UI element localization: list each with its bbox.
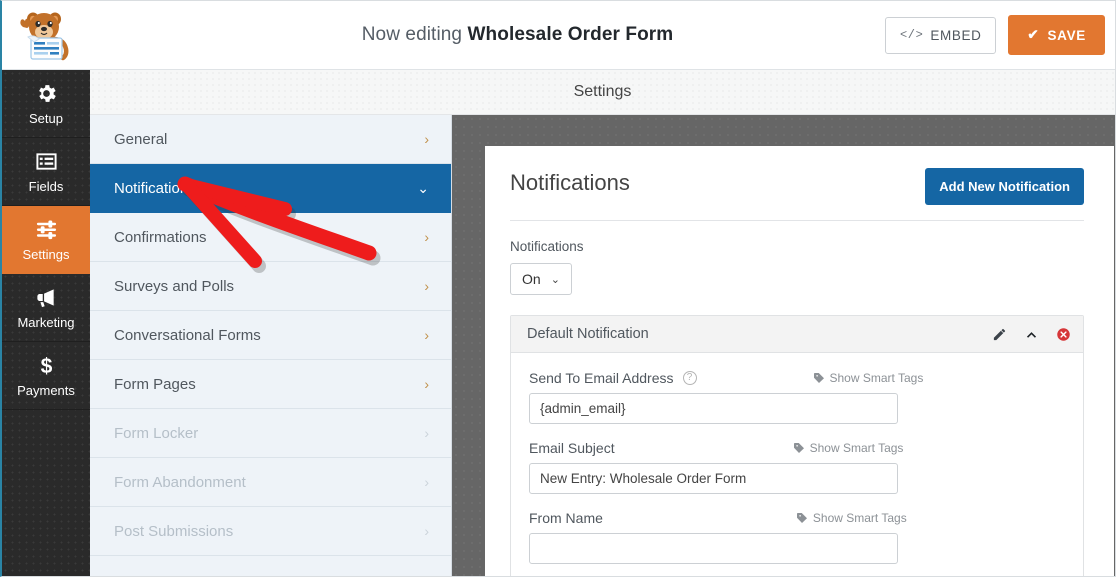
- sidebar-item-payments[interactable]: $ Payments: [2, 342, 90, 410]
- send-to-email-input[interactable]: [529, 393, 898, 424]
- smart-tags-label: Show Smart Tags: [809, 441, 904, 455]
- field-send-to-email-address: Send To Email Address ? Show Smart Tags: [529, 370, 1065, 424]
- nav-item-post-submissions[interactable]: Post Submissions ›: [90, 507, 451, 556]
- nav-item-label: Conversational Forms: [114, 326, 261, 344]
- nav-item-label: Form Locker: [114, 424, 199, 442]
- tag-icon: [813, 373, 824, 383]
- show-smart-tags-link[interactable]: Show Smart Tags: [813, 371, 924, 385]
- save-button-label: SAVE: [1047, 27, 1086, 43]
- chevron-right-icon: ›: [424, 131, 429, 147]
- dollar-icon: $: [35, 354, 58, 378]
- sidebar-item-label: Marketing: [17, 314, 75, 330]
- svg-text:$: $: [40, 355, 52, 377]
- sidebar-item-label: Setup: [29, 110, 63, 126]
- header-actions: </> EMBED ✔ SAVE: [885, 15, 1115, 55]
- nav-item-general[interactable]: General ›: [90, 115, 451, 164]
- sliders-icon: [35, 218, 58, 242]
- settings-nav-list: General › Notifications ⌄ Confirmations …: [90, 115, 452, 576]
- field-from-name: From Name Show Smart Tags: [529, 510, 1065, 564]
- notification-block-header: Default Notification: [511, 316, 1083, 353]
- bear-mascot-icon: [14, 7, 78, 63]
- code-icon: </>: [900, 28, 924, 42]
- page-title: Now editing Wholesale Order Form: [90, 24, 885, 46]
- email-subject-input[interactable]: [529, 463, 898, 494]
- chevron-right-icon: ›: [424, 474, 429, 490]
- save-button[interactable]: ✔ SAVE: [1008, 15, 1105, 55]
- embed-button[interactable]: </> EMBED: [885, 16, 997, 54]
- app-header: Now editing Wholesale Order Form </> EMB…: [2, 1, 1115, 70]
- notification-block: Default Notification Send To Email Addre…: [510, 315, 1084, 576]
- smart-tags-label: Show Smart Tags: [812, 511, 907, 525]
- field-email-subject: Email Subject Show Smart Tags: [529, 440, 1065, 494]
- nav-item-form-abandonment[interactable]: Form Abandonment ›: [90, 458, 451, 507]
- show-smart-tags-link[interactable]: Show Smart Tags: [793, 441, 904, 455]
- nav-item-label: Notifications: [114, 179, 196, 197]
- nav-item-notifications[interactable]: Notifications ⌄: [90, 164, 451, 213]
- chevron-right-icon: ›: [424, 327, 429, 343]
- field-label: From Name: [529, 510, 603, 526]
- sidebar-item-label: Payments: [17, 382, 75, 398]
- wpforms-form-builder: Now editing Wholesale Order Form </> EMB…: [0, 0, 1116, 577]
- nav-item-form-locker[interactable]: Form Locker ›: [90, 409, 451, 458]
- notifications-toggle-row: Notifications On ⌄: [510, 239, 1084, 295]
- nav-item-surveys-and-polls[interactable]: Surveys and Polls ›: [90, 262, 451, 311]
- tag-icon: [793, 443, 804, 453]
- chevron-right-icon: ›: [424, 278, 429, 294]
- nav-item-label: Surveys and Polls: [114, 277, 235, 295]
- sidebar-item-label: Fields: [28, 178, 64, 194]
- sidebar-item-label: Settings: [22, 246, 70, 262]
- delete-circle-icon[interactable]: [1056, 327, 1071, 342]
- chevron-right-icon: ›: [424, 376, 429, 392]
- notification-fields: Send To Email Address ? Show Smart Tags …: [511, 353, 1083, 576]
- notification-name: Default Notification: [527, 326, 649, 342]
- select-value: On: [522, 271, 541, 287]
- edit-pencil-icon[interactable]: [992, 327, 1007, 342]
- nav-item-label: General: [114, 130, 168, 148]
- chevron-right-icon: ›: [424, 523, 429, 539]
- nav-item-label: Confirmations: [114, 228, 207, 246]
- panel-title-bar: Settings: [90, 70, 1115, 115]
- nav-item-conversational-forms[interactable]: Conversational Forms ›: [90, 311, 451, 360]
- chevron-down-icon: ⌄: [417, 179, 429, 196]
- help-icon[interactable]: ?: [682, 371, 697, 385]
- editing-prefix: Now editing: [361, 24, 463, 45]
- notifications-enable-select[interactable]: On ⌄: [510, 263, 572, 295]
- nav-item-label: Post Submissions: [114, 522, 234, 540]
- embed-button-label: EMBED: [930, 27, 982, 43]
- sidebar-item-marketing[interactable]: Marketing: [2, 274, 90, 342]
- megaphone-icon: [34, 286, 58, 310]
- notification-block-actions: [992, 327, 1071, 342]
- smart-tags-label: Show Smart Tags: [829, 371, 924, 385]
- show-smart-tags-link[interactable]: Show Smart Tags: [796, 511, 907, 525]
- sidebar-item-setup[interactable]: Setup: [2, 70, 90, 138]
- add-new-notification-button[interactable]: Add New Notification: [925, 168, 1084, 205]
- gear-icon: [35, 82, 58, 106]
- field-label: Send To Email Address: [529, 370, 674, 386]
- nav-item-confirmations[interactable]: Confirmations ›: [90, 213, 451, 262]
- panel-title: Settings: [573, 83, 632, 100]
- list-icon: [35, 150, 58, 174]
- chevron-right-icon: ›: [424, 425, 429, 441]
- tag-icon: [796, 513, 807, 523]
- notifications-header: Notifications Add New Notification: [510, 168, 1084, 221]
- from-name-input[interactable]: [529, 533, 898, 564]
- builder-sidebar: Setup Fields Settings Marketing $ Paymen…: [2, 70, 90, 576]
- nav-item-label: Form Abandonment: [114, 473, 246, 491]
- nav-item-label: Form Pages: [114, 375, 196, 393]
- form-name: Wholesale Order Form: [467, 24, 674, 45]
- section-title: Notifications: [510, 170, 630, 195]
- collapse-chevron-up-icon[interactable]: [1024, 328, 1039, 341]
- sidebar-item-settings[interactable]: Settings: [2, 206, 90, 274]
- chevron-down-icon: ⌄: [550, 273, 560, 286]
- wpforms-logo: [2, 1, 90, 70]
- check-icon: ✔: [1027, 27, 1040, 42]
- sidebar-item-fields[interactable]: Fields: [2, 138, 90, 206]
- notifications-toggle-label: Notifications: [510, 239, 584, 254]
- notifications-settings-panel: Notifications Add New Notification Notif…: [485, 146, 1114, 576]
- field-label: Email Subject: [529, 440, 615, 456]
- chevron-right-icon: ›: [424, 229, 429, 245]
- nav-item-form-pages[interactable]: Form Pages ›: [90, 360, 451, 409]
